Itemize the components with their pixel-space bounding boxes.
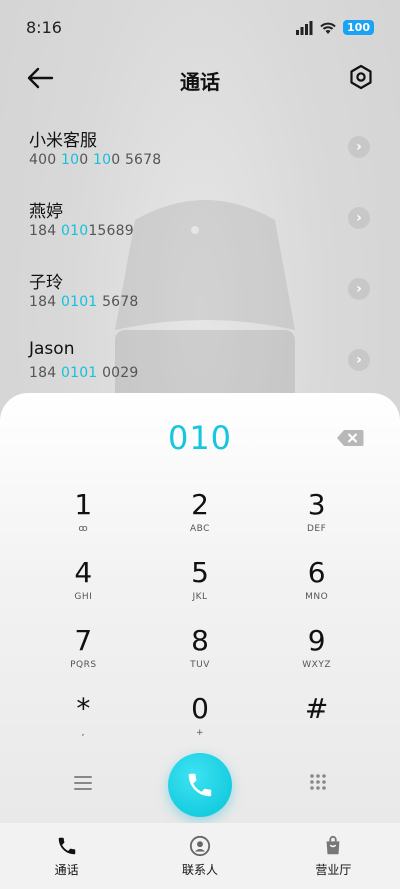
phone-icon (188, 773, 212, 797)
contact-name: 燕婷 (29, 202, 63, 222)
chevron-right-icon[interactable]: › (348, 207, 370, 229)
key-7[interactable]: 7 PQRS (25, 624, 142, 692)
settings-hexagon-icon[interactable] (348, 64, 374, 90)
contact-number: 184 01015689 (29, 223, 134, 239)
backspace-icon[interactable] (336, 429, 364, 447)
status-time: 8:16 (26, 18, 62, 37)
key-0[interactable]: 0 + (142, 692, 259, 760)
contact-name: 子玲 (29, 273, 63, 293)
phone-icon (58, 837, 75, 854)
contact-number: 400 100 100 5678 (29, 152, 162, 168)
tab-calls[interactable]: 通话 (0, 823, 133, 889)
signal-icon (296, 20, 313, 35)
key-star[interactable]: *, (25, 692, 142, 760)
contact-number: 184 0101 5678 (29, 294, 139, 310)
shopping-bag-icon (326, 835, 340, 854)
chevron-right-icon[interactable]: › (348, 136, 370, 158)
contact-row[interactable]: 子玲 184 0101 5678 › (0, 262, 400, 333)
page-title: 通话 (180, 70, 220, 94)
key-1[interactable]: 1ꝏ (25, 488, 142, 556)
key-4[interactable]: 4 GHI (25, 556, 142, 624)
status-bar: 8:16 100 (0, 0, 400, 56)
tab-contacts[interactable]: 联系人 (133, 823, 266, 889)
menu-icon[interactable] (73, 775, 93, 791)
keypad-toggle-icon[interactable] (309, 773, 327, 791)
contact-name: Jason (29, 339, 75, 359)
dialer-actions (0, 753, 400, 817)
voicemail-icon: ꝏ (78, 524, 89, 534)
wifi-icon (320, 22, 336, 34)
contact-name: 小米客服 (29, 131, 97, 151)
dialer-panel: 010 1ꝏ 2 ABC 3 DEF 4 GHI 5 JKL 6 MNO 7 PQRS 8T… (0, 393, 400, 889)
key-2[interactable]: 2 ABC (142, 488, 259, 556)
person-icon (189, 835, 211, 856)
call-button[interactable] (168, 753, 232, 817)
key-hash[interactable]: # (258, 692, 375, 760)
contact-suggestions-list: 小米客服 400 100 100 5678 › 燕婷 184 01015689 … (0, 120, 400, 404)
contact-row[interactable]: 燕婷 184 01015689 › (0, 191, 400, 262)
key-5[interactable]: 5 JKL (142, 556, 259, 624)
status-icons: 100 (295, 20, 374, 35)
key-6[interactable]: 6 MNO (258, 556, 375, 624)
tab-service-hall[interactable]: 营业厅 (267, 823, 400, 889)
key-9[interactable]: 9 WXYZ (258, 624, 375, 692)
app-header: 通话 (0, 56, 400, 100)
tab-label: 营业厅 (315, 862, 352, 877)
keypad: 1ꝏ 2 ABC 3 DEF 4 GHI 5 JKL 6 MNO 7 PQRS 8 TUV 9… (25, 488, 375, 760)
battery-indicator: 100 (343, 20, 374, 35)
bottom-tab-bar: 通话 联系人 营业厅 (0, 823, 400, 889)
key-3[interactable]: 3 DEF (258, 488, 375, 556)
chevron-right-icon[interactable]: › (348, 349, 370, 371)
contact-row[interactable]: 小米客服 400 100 100 5678 › (0, 120, 400, 191)
key-8[interactable]: 8 TUV (142, 624, 259, 692)
chevron-right-icon[interactable]: › (348, 278, 370, 300)
tab-label: 联系人 (181, 862, 218, 877)
contact-number: 184 0101 0029 (29, 365, 139, 381)
tab-label: 通话 (54, 862, 79, 877)
